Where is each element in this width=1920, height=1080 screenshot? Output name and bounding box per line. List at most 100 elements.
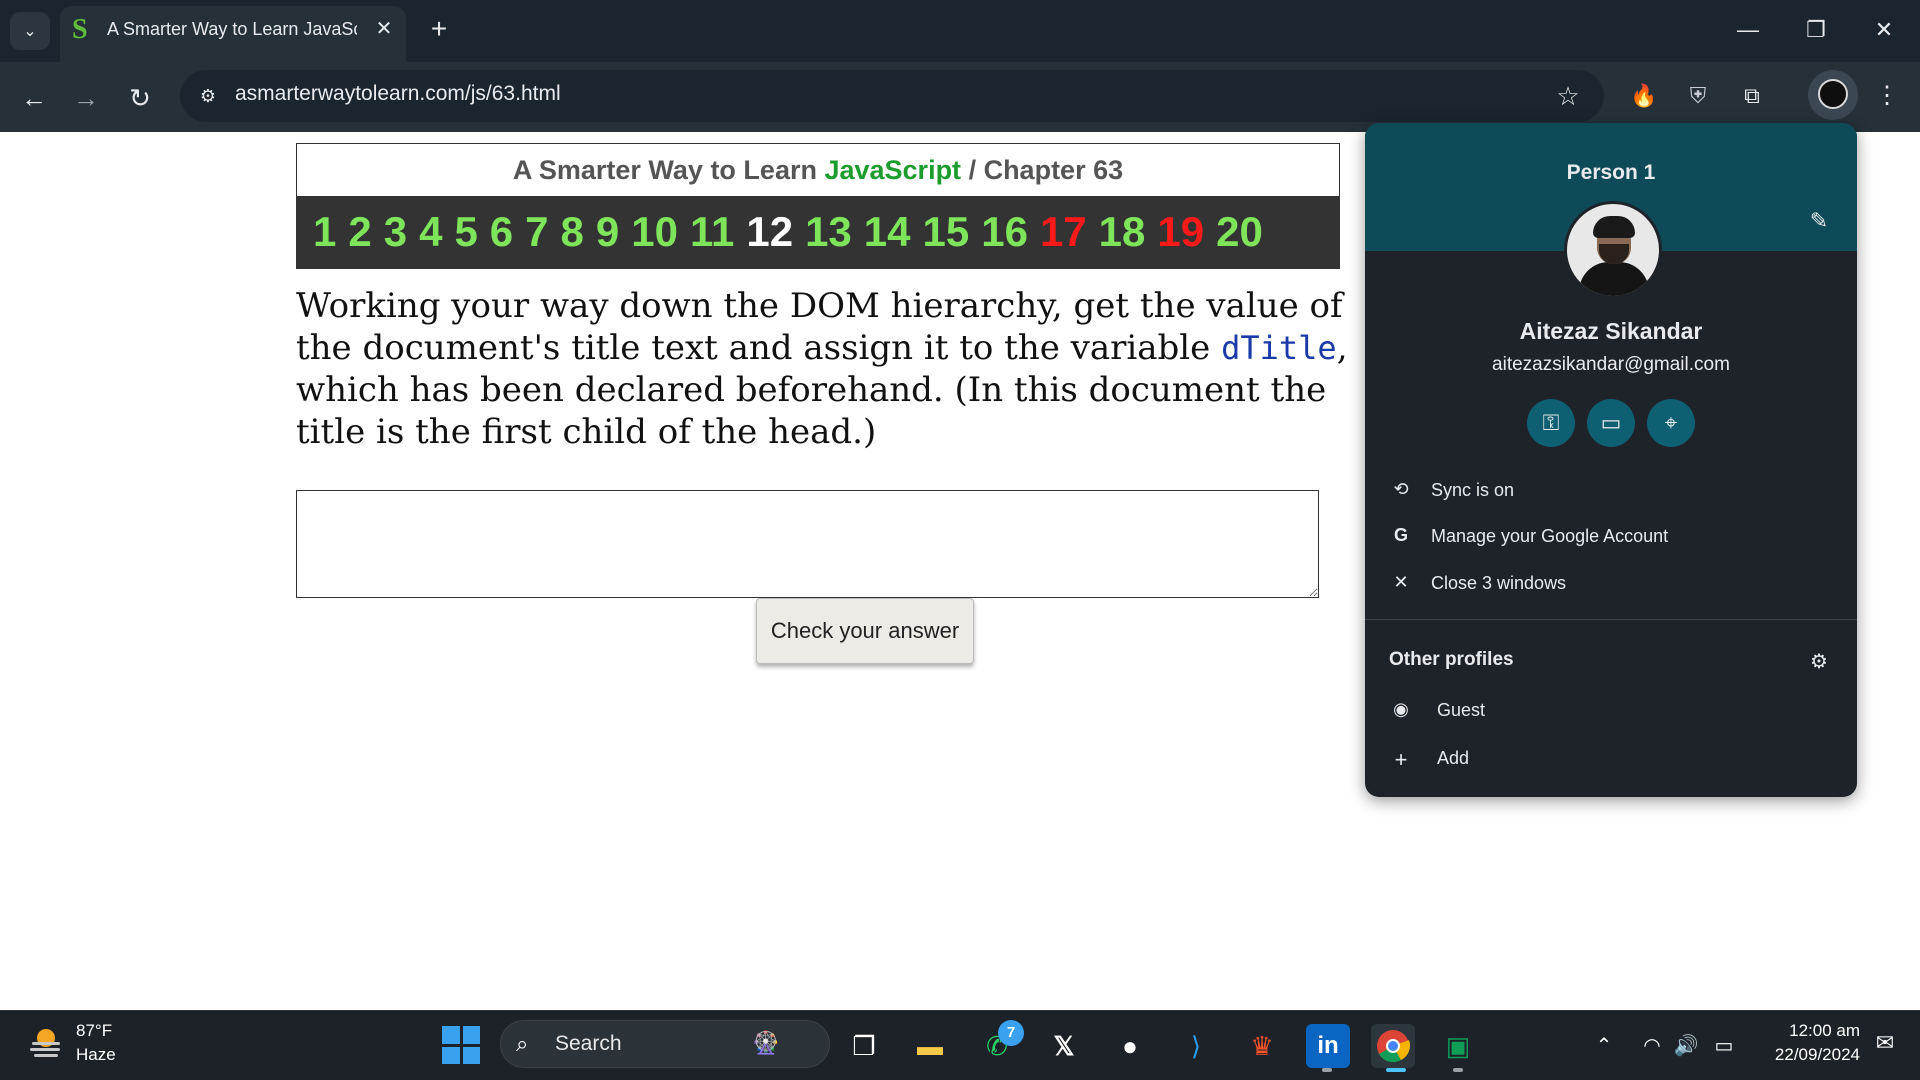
chapter-link-14[interactable]: 14 <box>864 196 911 268</box>
chapter-link-2[interactable]: 2 <box>348 196 371 268</box>
running-indicator <box>1453 1068 1463 1072</box>
close-window-icon[interactable]: ✕ <box>1854 10 1914 50</box>
other-profiles-heading: Other profiles <box>1389 649 1514 670</box>
title-chapter: / Chapter 63 <box>961 155 1124 185</box>
chapter-link-8[interactable]: 8 <box>561 196 584 268</box>
close-icon: ✕ <box>1393 572 1409 592</box>
chapter-link-3[interactable]: 3 <box>384 196 407 268</box>
windows-start-icon[interactable] <box>442 1026 480 1064</box>
profile-popup: Person 1 ✎ Aitezaz Sikandar aitezazsikan… <box>1365 123 1857 797</box>
clock-date[interactable]: 22/09/2024 <box>1760 1045 1860 1065</box>
chapter-link-15[interactable]: 15 <box>923 196 970 268</box>
chapter-link-12[interactable]: 12 <box>746 196 793 268</box>
search-placeholder: Search <box>555 1032 622 1055</box>
volume-icon[interactable]: 🔊 <box>1672 1032 1700 1060</box>
answer-textarea[interactable] <box>296 490 1319 598</box>
chapter-link-19[interactable]: 19 <box>1157 196 1204 268</box>
tab-favicon-icon: S <box>72 14 88 45</box>
extensions-puzzle-icon[interactable]: ⧉ <box>1734 78 1770 114</box>
addresses-location-icon[interactable]: ⌖ <box>1647 399 1695 447</box>
chrome-icon[interactable] <box>1371 1024 1415 1068</box>
title-javascript: JavaScript <box>824 155 962 185</box>
url-text[interactable]: asmarterwaytolearn.com/js/63.html <box>235 82 561 110</box>
battery-icon[interactable]: ▭ <box>1710 1032 1738 1060</box>
profile-name: Aitezaz Sikandar <box>1519 318 1703 344</box>
notifications-icon[interactable]: ✉ <box>1870 1030 1900 1060</box>
add-label: Add <box>1437 748 1470 768</box>
weather-haze-icon[interactable] <box>26 1022 66 1062</box>
manage-account-label: Manage your Google Account <box>1431 526 1669 546</box>
edit-pencil-icon[interactable]: ✎ <box>1803 205 1835 237</box>
chapter-link-4[interactable]: 4 <box>419 196 442 268</box>
new-tab-button[interactable]: + <box>424 14 454 44</box>
brave-icon[interactable]: ♛ <box>1240 1024 1284 1068</box>
task-view-icon[interactable]: ❐ <box>842 1024 886 1068</box>
chapter-nav: 1 2 3 4 5 6 7 8 9 10 11 12 13 14 15 16 17 18 19 20 <box>297 196 1339 268</box>
tab-close-icon[interactable]: ✕ <box>372 16 396 42</box>
linkedin-icon[interactable]: in <box>1306 1024 1350 1068</box>
title-prefix: A Smarter Way to Learn <box>512 155 825 185</box>
chapter-link-1[interactable]: 1 <box>313 196 336 268</box>
manage-account-row[interactable]: G Manage your Google Account <box>1365 517 1857 557</box>
running-indicator <box>1322 1068 1332 1072</box>
forward-icon[interactable]: → <box>66 78 106 118</box>
add-profile-row[interactable]: + Add <box>1365 739 1857 779</box>
profile-photo <box>1564 201 1662 299</box>
chapter-link-18[interactable]: 18 <box>1099 196 1146 268</box>
exercise-instruction: Working your way down the DOM hierarchy,… <box>296 285 1396 453</box>
payment-card-icon[interactable]: ▭ <box>1587 399 1635 447</box>
weather-temperature[interactable]: 87°F <box>76 1021 112 1041</box>
search-icon: ⌕ <box>516 1031 529 1056</box>
back-icon[interactable]: ← <box>14 78 54 118</box>
search-highlight-art-icon: 🎡 <box>752 1030 780 1055</box>
active-indicator <box>1386 1068 1406 1072</box>
chapter-link-16[interactable]: 16 <box>981 196 1028 268</box>
chapter-link-10[interactable]: 10 <box>631 196 678 268</box>
page-title: A Smarter Way to Learn JavaScript / Chap… <box>297 144 1339 196</box>
vscode-icon[interactable]: ⟩ <box>1174 1024 1218 1068</box>
chapter-link-17[interactable]: 17 <box>1040 196 1087 268</box>
restore-icon[interactable]: ❐ <box>1786 10 1846 50</box>
manage-profiles-gear-icon[interactable]: ⚙ <box>1805 649 1833 677</box>
sync-icon: ⟲ <box>1393 479 1409 499</box>
chapter-link-5[interactable]: 5 <box>454 196 477 268</box>
reload-icon[interactable]: ↻ <box>120 78 160 118</box>
chapter-link-20[interactable]: 20 <box>1216 196 1263 268</box>
google-classroom-icon[interactable]: ▣ <box>1436 1024 1480 1068</box>
taskbar <box>0 1010 1920 1080</box>
site-info-icon[interactable]: ⚙ <box>192 80 224 112</box>
tab-search-button[interactable]: ⌄ <box>10 12 50 50</box>
bookmark-star-icon[interactable]: ☆ <box>1552 80 1584 112</box>
github-icon[interactable]: ● <box>1108 1024 1152 1068</box>
check-answer-button[interactable]: Check your answer <box>756 598 974 664</box>
x-twitter-icon[interactable]: 𝕏 <box>1042 1024 1086 1068</box>
instruction-code: dTitle <box>1221 329 1337 367</box>
profile-email: aitezazsikandar@gmail.com <box>1492 354 1730 375</box>
passwords-key-icon[interactable]: ⚿ <box>1527 399 1575 447</box>
extension-flame-icon[interactable]: 🔥 <box>1626 78 1662 114</box>
close-windows-row[interactable]: ✕ Close 3 windows <box>1365 564 1857 604</box>
divider <box>1365 619 1857 620</box>
chapter-link-7[interactable]: 7 <box>525 196 548 268</box>
chapter-link-11[interactable]: 11 <box>690 196 734 268</box>
more-menu-icon[interactable]: ⋮ <box>1872 78 1902 114</box>
show-hidden-icons-chevron-icon[interactable]: ⌃ <box>1590 1032 1618 1060</box>
sync-row[interactable]: ⟲ Sync is on <box>1365 471 1857 511</box>
minimize-icon[interactable]: — <box>1718 10 1778 50</box>
weather-condition[interactable]: Haze <box>76 1045 116 1065</box>
chapter-link-6[interactable]: 6 <box>490 196 513 268</box>
chapter-link-13[interactable]: 13 <box>805 196 852 268</box>
guest-profile-row[interactable]: ◉ Guest <box>1365 691 1857 731</box>
extension-shield-icon[interactable]: ⛨ <box>1680 78 1716 114</box>
guest-label: Guest <box>1437 700 1486 720</box>
file-explorer-icon[interactable]: ▬ <box>908 1024 952 1068</box>
wifi-icon[interactable]: ◠ <box>1638 1032 1666 1060</box>
profile-avatar-button[interactable] <box>1808 70 1858 120</box>
clock-time[interactable]: 12:00 am <box>1780 1021 1860 1041</box>
chapter-link-9[interactable]: 9 <box>596 196 619 268</box>
whatsapp-badge: 7 <box>998 1020 1024 1046</box>
tab-title: A Smarter Way to Learn JavaScript <box>107 19 357 39</box>
guest-person-icon: ◉ <box>1393 699 1409 719</box>
profile-label: Person 1 <box>1566 161 1656 184</box>
google-g-icon: G <box>1393 525 1408 545</box>
